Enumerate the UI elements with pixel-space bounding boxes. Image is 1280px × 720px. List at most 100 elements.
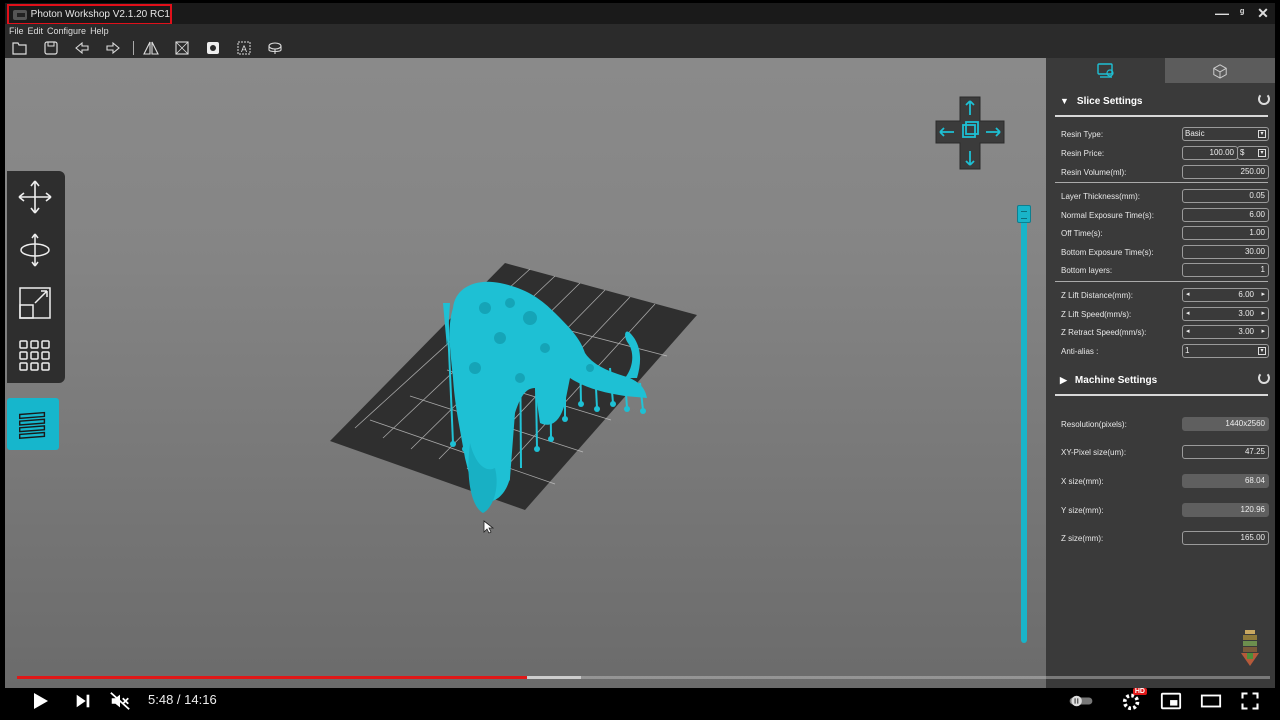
increment-icon[interactable]: ▸ — [1261, 326, 1265, 338]
menu-configure[interactable]: Configure — [47, 26, 86, 36]
video-progress-fill — [17, 676, 527, 679]
y-size-label: Y size(mm): — [1061, 506, 1104, 515]
layer-thickness-input[interactable]: 0.05 — [1182, 189, 1269, 203]
arrange-icon[interactable] — [13, 333, 57, 377]
miniplayer-button[interactable] — [1156, 686, 1186, 716]
cube-view-icon — [1213, 63, 1227, 79]
punch-hole-icon[interactable] — [202, 39, 224, 57]
z-size-label: Z size(mm): — [1061, 534, 1104, 543]
resin-volume-label: Resin Volume(ml): — [1061, 168, 1127, 177]
currency-value: $ — [1240, 148, 1245, 157]
minimize-button[interactable]: — — [1215, 4, 1229, 22]
move-icon[interactable] — [13, 175, 57, 219]
muted-speaker-icon — [110, 692, 130, 710]
scale-icon[interactable] — [13, 281, 57, 325]
resolution-row: Resolution(pixels): 1440x2560 — [1061, 417, 1269, 432]
section-divider — [1055, 182, 1268, 183]
z-retract-speed-label: Z Retract Speed(mm/s): — [1061, 328, 1147, 337]
layer-slider-handle[interactable] — [1017, 205, 1031, 223]
autoplay-toggle[interactable] — [1066, 686, 1096, 716]
save-icon[interactable] — [40, 39, 62, 57]
resin-price-input[interactable]: 100.00 — [1182, 146, 1238, 160]
z-lift-speed-stepper[interactable]: ◂ 3.00 ▸ — [1182, 307, 1269, 321]
slice-settings-title: Slice Settings — [1076, 95, 1143, 107]
menu-file[interactable]: File — [9, 26, 24, 36]
hollow-icon[interactable] — [171, 39, 193, 57]
layer-thickness-row: Layer Thickness(mm): 0.05 — [1061, 189, 1269, 204]
support-icon[interactable] — [264, 39, 286, 57]
build-plate-with-model[interactable] — [325, 228, 705, 528]
x-size-value: 68.04 — [1182, 474, 1269, 488]
decrement-icon[interactable]: ◂ — [1186, 326, 1190, 338]
video-frame: Photon Workshop V2.1.20 RC1 — ᵍ ✕ File E… — [0, 0, 1280, 720]
settings-button[interactable]: HD — [1117, 686, 1147, 716]
section-divider — [1055, 394, 1268, 396]
x-size-row: X size(mm): 68.04 — [1061, 474, 1269, 489]
reset-icon[interactable] — [1258, 93, 1270, 105]
theater-mode-button[interactable] — [1196, 686, 1226, 716]
play-button[interactable] — [25, 686, 55, 716]
resin-type-select[interactable]: Basic ▾ — [1182, 127, 1269, 141]
off-time-input[interactable]: 1.00 — [1182, 226, 1269, 240]
z-size-input[interactable]: 165.00 — [1182, 531, 1269, 545]
z-lift-distance-stepper[interactable]: ◂ 6.00 ▸ — [1182, 288, 1269, 302]
bottom-exposure-input[interactable]: 30.00 — [1182, 245, 1269, 259]
anti-alias-label: Anti-alias : — [1061, 347, 1099, 356]
mute-button[interactable] — [105, 686, 135, 716]
currency-select[interactable]: $ ▾ — [1237, 146, 1269, 160]
z-retract-speed-value: 3.00 — [1238, 327, 1254, 336]
machine-settings-header[interactable]: ▶ Machine Settings — [1060, 371, 1270, 389]
view-navigation-cube[interactable] — [932, 95, 1008, 171]
machine-settings-title: Machine Settings — [1074, 374, 1158, 386]
xy-pixel-label: XY-Pixel size(um): — [1061, 448, 1127, 457]
decrement-icon[interactable]: ◂ — [1186, 289, 1190, 301]
reset-icon[interactable] — [1258, 372, 1270, 384]
section-divider — [1055, 115, 1268, 117]
undo-icon[interactable] — [71, 39, 93, 57]
increment-icon[interactable]: ▸ — [1261, 289, 1265, 301]
toolbar-separator — [133, 40, 134, 55]
tab-slice-settings[interactable] — [1046, 58, 1165, 83]
svg-text:A: A — [241, 44, 247, 54]
xy-pixel-input[interactable]: 47.25 — [1182, 445, 1269, 459]
normal-exposure-row: Normal Exposure Time(s): 6.00 — [1061, 208, 1269, 223]
resin-volume-input[interactable]: 250.00 — [1182, 165, 1269, 179]
fullscreen-button[interactable] — [1235, 686, 1265, 716]
text-icon[interactable]: A — [233, 39, 255, 57]
redo-icon[interactable] — [102, 39, 124, 57]
mirror-icon[interactable] — [140, 39, 162, 57]
xy-pixel-row: XY-Pixel size(um): 47.25 — [1061, 445, 1269, 460]
menu-help[interactable]: Help — [90, 26, 109, 36]
play-icon — [34, 693, 48, 709]
tab-machine-view[interactable] — [1165, 58, 1275, 83]
expand-arrow-icon: ▶ — [1060, 374, 1067, 385]
next-icon — [76, 694, 90, 708]
app-logo-icon — [13, 9, 27, 20]
3d-viewport[interactable] — [5, 58, 1046, 688]
decrement-icon[interactable]: ◂ — [1186, 308, 1190, 320]
bottom-layers-row: Bottom layers: 1 — [1061, 263, 1269, 278]
layer-slider-track[interactable] — [1021, 213, 1027, 643]
bottom-layers-input[interactable]: 1 — [1182, 263, 1269, 277]
rotate-icon[interactable] — [13, 228, 57, 272]
menu-edit[interactable]: Edit — [28, 26, 44, 36]
normal-exposure-input[interactable]: 6.00 — [1182, 208, 1269, 222]
open-file-icon[interactable] — [9, 39, 31, 57]
next-button[interactable] — [68, 686, 98, 716]
left-tool-panel — [7, 171, 65, 383]
dropdown-icon: ▾ — [1258, 347, 1266, 355]
layers-icon[interactable] — [7, 398, 59, 450]
restore-button[interactable]: ᵍ — [1236, 4, 1248, 22]
close-button[interactable]: ✕ — [1257, 4, 1269, 22]
bottom-exposure-row: Bottom Exposure Time(s): 30.00 — [1061, 245, 1269, 260]
slice-settings-header[interactable]: ▼ Slice Settings — [1060, 92, 1270, 110]
video-controls: 5:48 / 14:16 HD — [0, 682, 1280, 720]
anti-alias-select[interactable]: 1 ▾ — [1182, 344, 1269, 358]
toggle-icon — [1069, 695, 1093, 707]
increment-icon[interactable]: ▸ — [1261, 308, 1265, 320]
z-retract-speed-stepper[interactable]: ◂ 3.00 ▸ — [1182, 325, 1269, 339]
slice-printer-icon[interactable] — [1238, 628, 1262, 668]
y-size-value: 120.96 — [1182, 503, 1269, 517]
resin-price-row: Resin Price: 100.00 $ ▾ — [1061, 146, 1269, 161]
window-title: Photon Workshop V2.1.20 RC1 — [30, 9, 170, 20]
